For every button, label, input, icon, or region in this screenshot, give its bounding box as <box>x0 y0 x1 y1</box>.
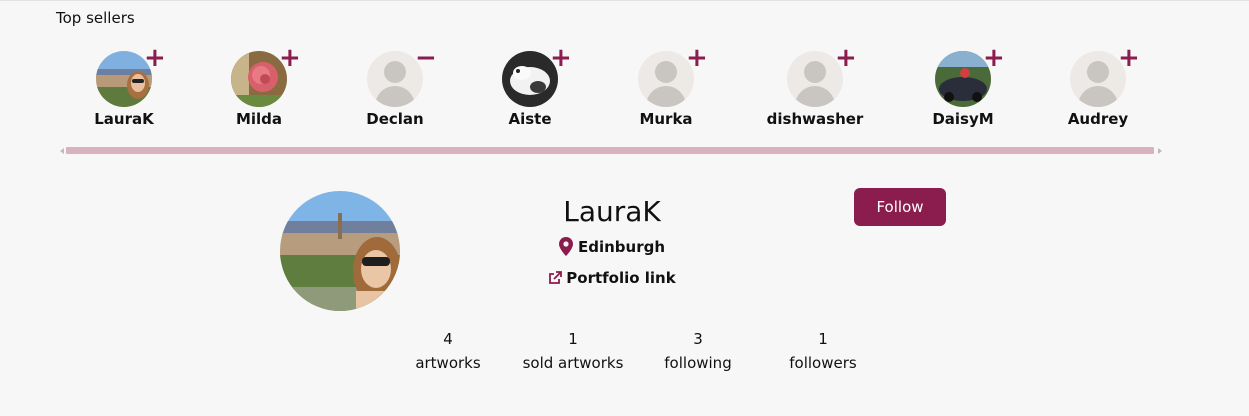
location-text: Edinburgh <box>577 237 666 256</box>
stat-following[interactable]: 3 following <box>633 327 763 375</box>
top-sellers-carousel: + LauraK + Milda − Declan + Aiste + Murk… <box>0 1 1249 161</box>
stat-sold-artworks: 1 sold artworks <box>508 327 638 375</box>
seller-name[interactable]: Audrey <box>1068 110 1128 128</box>
stat-label: following <box>664 354 732 372</box>
stat-value: 1 <box>568 330 578 348</box>
follow-button[interactable]: Follow <box>854 188 946 226</box>
seller-name[interactable]: Milda <box>236 110 282 128</box>
seller-name[interactable]: LauraK <box>94 110 154 128</box>
stat-label: artworks <box>415 354 481 372</box>
follow-toggle-plus-icon[interactable]: + <box>279 45 301 71</box>
seller-name[interactable]: Declan <box>366 110 423 128</box>
external-link-icon[interactable] <box>548 271 563 285</box>
stat-value: 1 <box>818 330 828 348</box>
seller-name[interactable]: dishwasher <box>767 110 864 128</box>
seller-item-milda[interactable]: + Milda <box>194 45 324 128</box>
seller-item-laurak[interactable]: + LauraK <box>59 45 189 128</box>
stat-value: 4 <box>443 330 453 348</box>
portfolio-link-text[interactable]: Portfolio link <box>566 269 675 287</box>
follow-toggle-plus-icon[interactable]: + <box>686 45 708 71</box>
scroll-right-arrow-icon[interactable] <box>1158 148 1162 154</box>
seller-item-dishwasher[interactable]: + dishwasher <box>750 45 880 128</box>
follow-toggle-plus-icon[interactable]: + <box>983 45 1005 71</box>
map-pin-icon <box>558 237 573 256</box>
stat-artworks: 4 artworks <box>383 327 513 375</box>
follow-toggle-plus-icon[interactable]: + <box>1118 45 1140 71</box>
stat-label: sold artworks <box>522 354 624 372</box>
seller-name[interactable]: Aiste <box>508 110 551 128</box>
scroll-left-arrow-icon[interactable] <box>60 148 64 154</box>
profile-name: LauraK <box>563 195 661 228</box>
profile-avatar <box>280 191 400 311</box>
seller-name[interactable]: DaisyM <box>932 110 993 128</box>
follow-toggle-plus-icon[interactable]: + <box>144 45 166 71</box>
seller-item-declan[interactable]: − Declan <box>330 45 460 128</box>
stat-followers[interactable]: 1 followers <box>758 327 888 375</box>
stat-value: 3 <box>693 330 703 348</box>
seller-item-aiste[interactable]: + Aiste <box>465 45 595 128</box>
portfolio-link[interactable]: Portfolio link <box>512 269 712 287</box>
follow-toggle-plus-icon[interactable]: + <box>550 45 572 71</box>
seller-item-murka[interactable]: + Murka <box>601 45 731 128</box>
horizontal-scrollbar[interactable] <box>66 147 1154 154</box>
seller-item-audrey[interactable]: + Audrey <box>1033 45 1163 128</box>
unfollow-toggle-minus-icon[interactable]: − <box>415 45 437 71</box>
follow-toggle-plus-icon[interactable]: + <box>835 45 857 71</box>
seller-item-daisym[interactable]: + DaisyM <box>898 45 1028 128</box>
profile-location: Edinburgh <box>512 237 712 256</box>
stat-label: followers <box>789 354 857 372</box>
seller-name[interactable]: Murka <box>639 110 692 128</box>
